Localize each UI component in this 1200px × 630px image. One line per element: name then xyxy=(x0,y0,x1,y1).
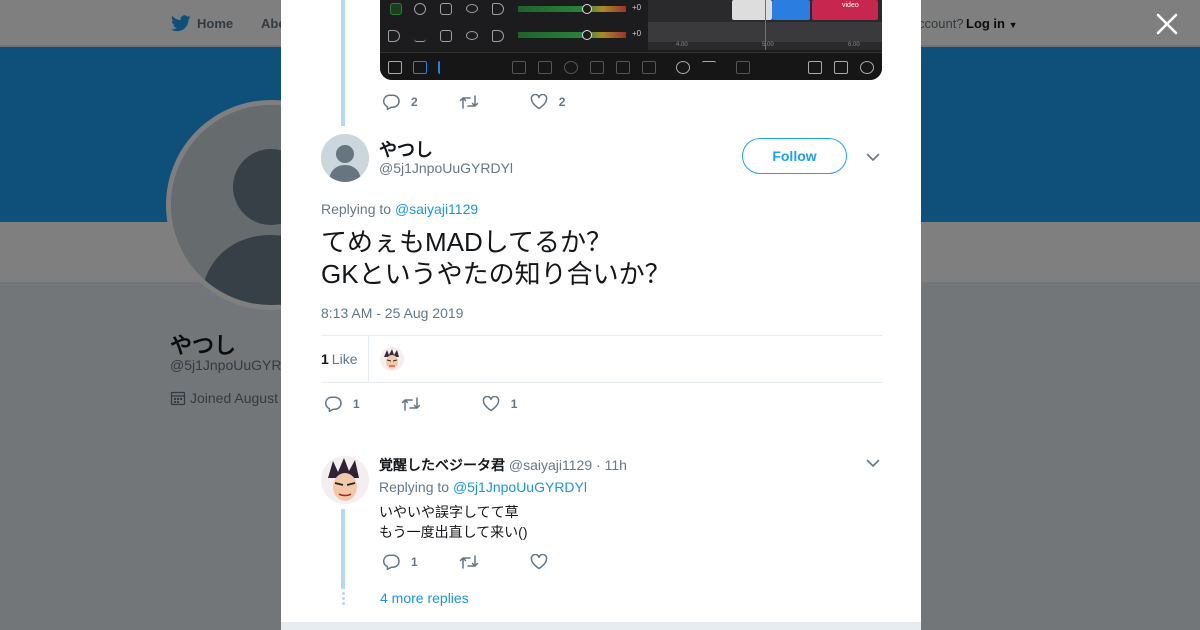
clip-label: video xyxy=(842,2,859,9)
reply-tweet-actions: 1 xyxy=(382,554,548,570)
media-track-row: +0 xyxy=(380,26,648,52)
modal-bottom-divider xyxy=(281,622,921,630)
likes-stat-label: Like xyxy=(331,351,358,367)
likes-stat[interactable]: 1 Like xyxy=(321,351,357,367)
reply-author-avatar[interactable] xyxy=(321,456,369,504)
like-button[interactable] xyxy=(530,554,548,570)
likes-stat-count: 1 xyxy=(321,351,329,367)
reply-button[interactable]: 2 xyxy=(382,94,418,110)
reply-count: 1 xyxy=(411,555,418,569)
replying-to-link[interactable]: @5j1JnpoUuGYRDYl xyxy=(453,479,587,495)
tweet-stats: 1 Like xyxy=(321,335,882,383)
reply-icon xyxy=(383,554,400,570)
meter-label: +0 xyxy=(632,29,642,38)
retweet-icon xyxy=(401,397,420,411)
chevron-down-icon[interactable] xyxy=(865,455,881,471)
vegeta-avatar-icon xyxy=(380,347,404,371)
meter-label: +0 xyxy=(632,3,642,12)
retweet-button[interactable] xyxy=(401,396,421,412)
thread-dots xyxy=(342,592,345,607)
like-button[interactable]: 1 xyxy=(482,396,518,412)
main-tweet-author-handle[interactable]: @5j1JnpoUuGYRDYl xyxy=(379,160,513,176)
media-toolbar xyxy=(380,52,882,80)
replying-to: Replying to @saiyaji1129 xyxy=(321,201,478,217)
default-avatar-icon xyxy=(321,134,369,182)
tweet-modal: +0 +0 video 4.00 5.00 6.00 2 2 やつし @5j1J… xyxy=(281,0,921,630)
media-track-row: +0 xyxy=(380,0,648,26)
reply-count: 1 xyxy=(353,397,360,411)
main-tweet-avatar[interactable] xyxy=(321,134,369,182)
thread-line-reply xyxy=(341,509,345,589)
replying-prefix: Replying to xyxy=(321,201,395,217)
time-tick: 5.00 xyxy=(762,42,774,48)
reply-tweet-text: いやいや誤字してて草 もう一度出直して来い() xyxy=(379,504,528,540)
reply-button[interactable]: 1 xyxy=(382,554,418,570)
retweet-button[interactable] xyxy=(459,94,479,110)
time-tick: 6.00 xyxy=(848,42,860,48)
like-button[interactable]: 2 xyxy=(530,94,566,110)
follow-button[interactable]: Follow xyxy=(742,138,847,174)
replying-prefix: Replying to xyxy=(379,479,453,495)
more-replies-link[interactable]: 4 more replies xyxy=(380,590,469,606)
main-tweet-actions: 1 1 xyxy=(324,396,517,412)
prev-tweet-actions: 2 2 xyxy=(382,94,565,110)
heart-icon xyxy=(530,554,547,570)
chevron-down-icon[interactable] xyxy=(865,149,881,165)
reply-author-name[interactable]: 覚醒したベジータ君 xyxy=(379,457,505,473)
replying-to-link[interactable]: @saiyaji1129 xyxy=(395,201,478,217)
like-count: 1 xyxy=(510,397,518,411)
heart-icon xyxy=(482,396,499,412)
reply-author-handle[interactable]: @saiyaji1129 xyxy=(509,457,592,473)
like-count: 2 xyxy=(558,95,566,109)
reply-icon xyxy=(325,396,342,412)
reply-replying-to: Replying to @5j1JnpoUuGYRDYl xyxy=(379,479,587,495)
reply-button[interactable]: 1 xyxy=(324,396,360,412)
vegeta-avatar-icon xyxy=(321,456,369,504)
main-tweet-timestamp[interactable]: 8:13 AM - 25 Aug 2019 xyxy=(321,305,463,321)
reply-count: 2 xyxy=(411,95,418,109)
reply-icon xyxy=(383,94,400,110)
media-timeline: video 4.00 5.00 6.00 xyxy=(648,0,882,50)
tweet-media-image[interactable]: +0 +0 video 4.00 5.00 6.00 xyxy=(380,0,882,80)
retweet-button[interactable] xyxy=(459,554,479,570)
retweet-icon xyxy=(459,95,478,109)
heart-icon xyxy=(530,94,547,110)
thread-line-top xyxy=(341,0,345,126)
main-tweet-text: てめぇもMADしてるか？ GKというやたの知り合いか？ xyxy=(321,227,671,289)
reply-header: 覚醒したベジータ君 @saiyaji1129 · 11h xyxy=(379,455,627,475)
main-tweet-author-name[interactable]: やつし xyxy=(379,136,433,162)
stats-divider xyxy=(368,336,369,382)
close-icon[interactable] xyxy=(1154,11,1180,37)
liker-avatar[interactable] xyxy=(380,347,404,371)
retweet-icon xyxy=(459,555,478,569)
reply-time[interactable]: · 11h xyxy=(596,457,627,473)
time-tick: 4.00 xyxy=(676,42,688,48)
